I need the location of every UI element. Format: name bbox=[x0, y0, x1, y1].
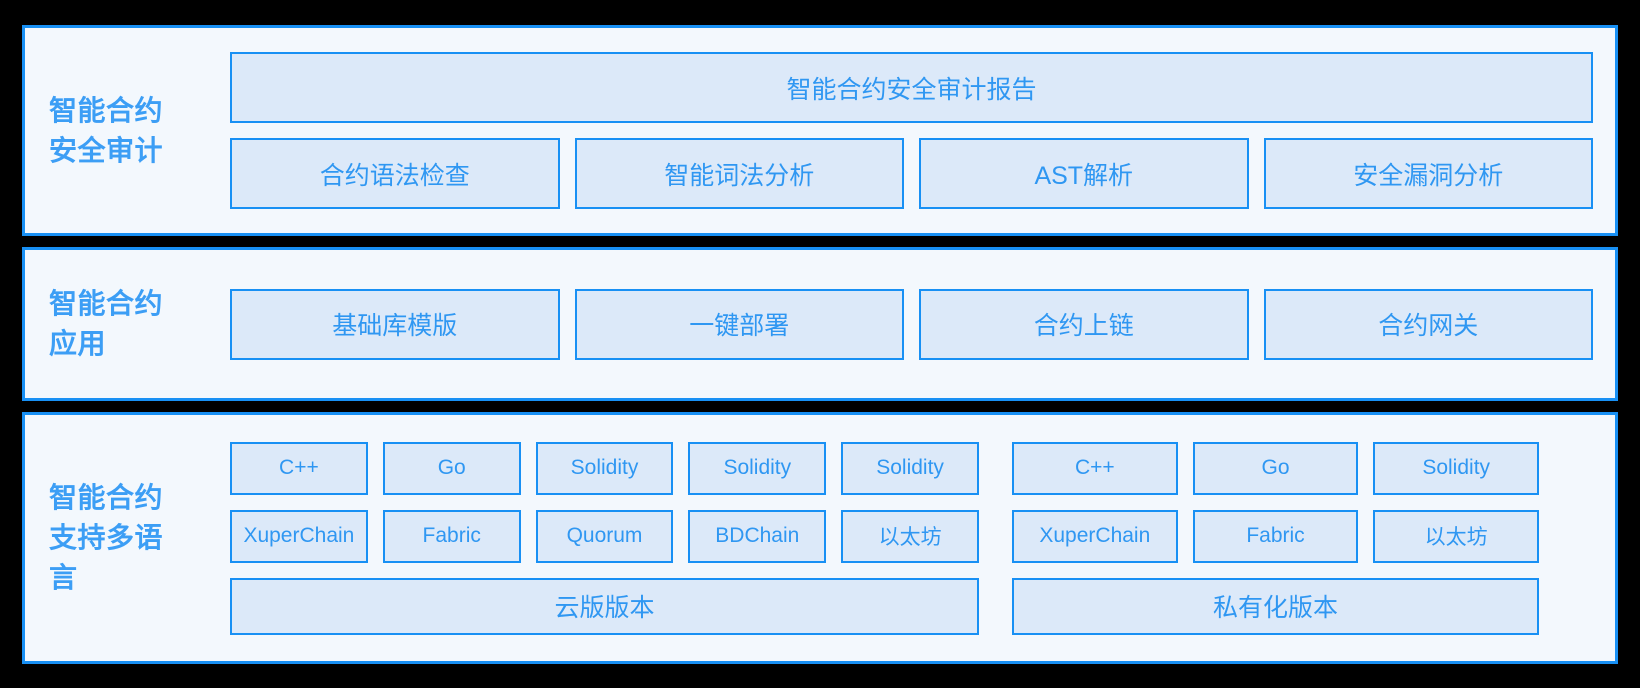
platform-cloud-fabric[interactable]: Fabric bbox=[382, 509, 521, 563]
platform-private-xuperchain[interactable]: XuperChain bbox=[1012, 509, 1178, 563]
architecture-diagram: 智能合约 安全审计 智能合约安全审计报告 合约语法检查 智能词法分析 AST解析… bbox=[0, 0, 1640, 688]
app-item-one-click-deploy[interactable]: 一键部署 bbox=[574, 288, 904, 360]
audit-items-row: 合约语法检查 智能词法分析 AST解析 安全漏洞分析 bbox=[230, 138, 1593, 209]
language-private-solidity[interactable]: Solidity bbox=[1373, 441, 1540, 495]
audit-item-syntax-check[interactable]: 合约语法检查 bbox=[230, 138, 560, 209]
edition-row: 云版版本 私有化版本 bbox=[230, 577, 1593, 635]
language-private-cpp[interactable]: C++ bbox=[1012, 441, 1178, 495]
section-smart-contract-application: 智能合约 应用 基础库模版 一键部署 合约上链 合约网关 bbox=[22, 247, 1618, 401]
audit-item-vulnerability[interactable]: 安全漏洞分析 bbox=[1263, 138, 1593, 209]
platform-cloud-bdchain[interactable]: BDChain bbox=[688, 509, 827, 563]
platform-row: XuperChain Fabric Quorum BDChain 以太坊 Xup… bbox=[230, 509, 1593, 563]
platform-private-fabric[interactable]: Fabric bbox=[1192, 509, 1359, 563]
language-group-private: C++ Go Solidity bbox=[1012, 441, 1540, 495]
language-cloud-cpp[interactable]: C++ bbox=[230, 441, 368, 495]
section-label-audit: 智能合约 安全审计 bbox=[49, 94, 164, 166]
section-smart-contract-audit: 智能合约 安全审计 智能合约安全审计报告 合约语法检查 智能词法分析 AST解析… bbox=[22, 25, 1618, 236]
platform-cloud-quorum[interactable]: Quorum bbox=[535, 509, 674, 563]
section-body-audit: 智能合约安全审计报告 合约语法检查 智能词法分析 AST解析 安全漏洞分析 bbox=[230, 52, 1615, 209]
audit-item-lexical-analysis[interactable]: 智能词法分析 bbox=[574, 138, 904, 209]
app-item-base-template[interactable]: 基础库模版 bbox=[230, 288, 560, 360]
edition-private[interactable]: 私有化版本 bbox=[1012, 577, 1539, 635]
platform-private-ethereum[interactable]: 以太坊 bbox=[1373, 509, 1540, 563]
platform-cloud-xuperchain[interactable]: XuperChain bbox=[230, 509, 368, 563]
language-row: C++ Go Solidity Solidity Solidity C++ Go… bbox=[230, 441, 1593, 495]
language-cloud-solidity-3[interactable]: Solidity bbox=[841, 441, 979, 495]
section-body-application: 基础库模版 一键部署 合约上链 合约网关 bbox=[230, 288, 1615, 360]
platform-group-private: XuperChain Fabric 以太坊 bbox=[1012, 509, 1540, 563]
language-group-cloud: C++ Go Solidity Solidity Solidity bbox=[230, 441, 979, 495]
language-cloud-solidity-2[interactable]: Solidity bbox=[688, 441, 827, 495]
platform-cloud-ethereum[interactable]: 以太坊 bbox=[841, 509, 979, 563]
edition-cloud[interactable]: 云版版本 bbox=[230, 577, 979, 635]
language-private-go[interactable]: Go bbox=[1192, 441, 1359, 495]
app-item-gateway[interactable]: 合约网关 bbox=[1263, 288, 1593, 360]
audit-report-banner[interactable]: 智能合约安全审计报告 bbox=[230, 52, 1593, 123]
section-body-multi-language: C++ Go Solidity Solidity Solidity C++ Go… bbox=[230, 441, 1615, 635]
section-label-multi-language: 智能合约 支持多语 言 bbox=[49, 482, 164, 593]
application-items-row: 基础库模版 一键部署 合约上链 合约网关 bbox=[230, 288, 1593, 360]
section-label-application: 智能合约 应用 bbox=[49, 288, 164, 359]
audit-item-ast-parse[interactable]: AST解析 bbox=[919, 138, 1249, 209]
language-cloud-solidity-1[interactable]: Solidity bbox=[535, 441, 674, 495]
section-multi-language-support: 智能合约 支持多语 言 C++ Go Solidity Solidity Sol… bbox=[22, 412, 1618, 664]
language-cloud-go[interactable]: Go bbox=[382, 441, 521, 495]
platform-group-cloud: XuperChain Fabric Quorum BDChain 以太坊 bbox=[230, 509, 979, 563]
app-item-on-chain[interactable]: 合约上链 bbox=[919, 288, 1249, 360]
audit-banner-row: 智能合约安全审计报告 bbox=[230, 52, 1593, 123]
